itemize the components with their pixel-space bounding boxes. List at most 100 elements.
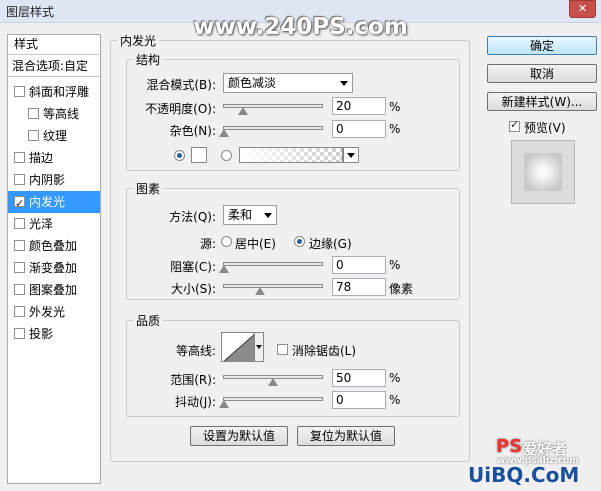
checkbox-outer-glow[interactable] xyxy=(14,306,25,317)
preview-label: 预览(V) xyxy=(524,121,566,135)
style-item-gradient-overlay[interactable]: 渐变叠加 xyxy=(8,257,100,279)
method-label: 方法(Q): xyxy=(169,210,216,224)
contour-curve-icon xyxy=(223,334,254,361)
opacity-input[interactable]: 20 xyxy=(332,97,386,115)
size-slider-thumb[interactable] xyxy=(255,287,265,295)
style-label-gradient-overlay: 渐变叠加 xyxy=(29,261,78,275)
new-style-button[interactable]: 新建样式(W)... xyxy=(487,92,597,111)
style-label-texture: 纹理 xyxy=(43,129,68,143)
choke-slider[interactable] xyxy=(223,262,323,266)
gradient-picker[interactable] xyxy=(239,147,343,163)
opacity-slider-thumb[interactable] xyxy=(238,107,248,115)
source-center-label: 居中(E) xyxy=(235,237,276,251)
checkbox-inner-shadow[interactable] xyxy=(14,174,25,185)
style-label-bevel: 斜面和浮雕 xyxy=(29,85,90,99)
style-label-pattern-overlay: 图案叠加 xyxy=(29,283,78,297)
blend-mode-label: 混合模式(B): xyxy=(146,78,216,92)
cancel-button[interactable]: 取消 xyxy=(487,64,597,83)
checkbox-stroke[interactable] xyxy=(14,152,25,163)
style-label-inner-shadow: 内阴影 xyxy=(29,173,66,187)
source-edge-radio[interactable] xyxy=(294,236,305,247)
method-select[interactable]: 柔和 xyxy=(223,205,277,225)
choke-unit: % xyxy=(389,258,401,272)
jitter-slider-thumb[interactable] xyxy=(219,400,229,408)
style-label-inner-glow: 内发光 xyxy=(29,195,66,209)
size-slider[interactable] xyxy=(223,284,323,288)
blend-options-item[interactable]: 混合选项:自定 xyxy=(8,57,100,77)
jitter-slider[interactable] xyxy=(223,397,323,401)
style-label-satin: 光泽 xyxy=(29,217,54,231)
checkbox-pattern-overlay[interactable] xyxy=(14,284,25,295)
style-item-color-overlay[interactable]: 颜色叠加 xyxy=(8,235,100,257)
color-radio[interactable] xyxy=(174,150,185,161)
style-item-drop-shadow[interactable]: 投影 xyxy=(8,323,100,345)
noise-input[interactable]: 0 xyxy=(332,120,386,138)
method-value: 柔和 xyxy=(228,208,253,222)
antialias-checkbox[interactable] xyxy=(277,344,288,355)
ps-logo: PS xyxy=(496,436,523,457)
blend-mode-value: 颜色减淡 xyxy=(228,76,277,90)
style-label-outer-glow: 外发光 xyxy=(29,305,66,319)
reset-default-button[interactable]: 复位为默认值 xyxy=(297,426,395,446)
checkbox-inner-glow[interactable] xyxy=(14,193,25,215)
gradient-dropdown-button[interactable] xyxy=(343,147,359,163)
contour-dropdown-button[interactable] xyxy=(255,332,264,362)
style-label-stroke: 描边 xyxy=(29,151,54,165)
source-center-radio[interactable] xyxy=(221,236,232,247)
preview-checkbox[interactable] xyxy=(509,118,520,132)
style-item-inner-shadow[interactable]: 内阴影 xyxy=(8,169,100,191)
size-label: 大小(S): xyxy=(170,282,216,296)
style-preview-thumbnail xyxy=(511,140,575,204)
contour-label: 等高线: xyxy=(175,344,216,358)
range-unit: % xyxy=(389,371,401,385)
checkbox-drop-shadow[interactable] xyxy=(14,328,25,339)
chevron-down-icon xyxy=(340,81,348,86)
jitter-unit: % xyxy=(389,393,401,407)
ok-button[interactable]: 确定 xyxy=(487,36,597,55)
quality-legend: 品质 xyxy=(136,314,161,328)
noise-slider-thumb[interactable] xyxy=(219,129,229,137)
structure-legend: 结构 xyxy=(136,53,161,67)
gradient-radio[interactable] xyxy=(221,150,232,161)
size-input[interactable]: 78 xyxy=(332,278,386,296)
style-item-bevel[interactable]: 斜面和浮雕 xyxy=(8,81,100,103)
range-label: 范围(R): xyxy=(170,373,216,387)
noise-label: 杂色(N): xyxy=(169,124,216,138)
style-item-pattern-overlay[interactable]: 图案叠加 xyxy=(8,279,100,301)
chevron-down-icon xyxy=(264,213,272,218)
noise-unit: % xyxy=(389,122,401,136)
style-item-contour[interactable]: 等高线 xyxy=(8,103,100,125)
styles-header[interactable]: 样式 xyxy=(8,35,100,55)
contour-picker[interactable] xyxy=(221,332,255,362)
elements-legend: 图素 xyxy=(136,182,161,196)
style-item-outer-glow[interactable]: 外发光 xyxy=(8,301,100,323)
style-item-stroke[interactable]: 描边 xyxy=(8,147,100,169)
blend-mode-select[interactable]: 颜色减淡 xyxy=(223,73,353,93)
opacity-label: 不透明度(O): xyxy=(145,102,216,116)
checkbox-satin[interactable] xyxy=(14,218,25,229)
source-edge-label: 边缘(G) xyxy=(309,237,352,251)
choke-label: 阻塞(C): xyxy=(170,260,216,274)
range-input[interactable]: 50 xyxy=(332,369,386,387)
opacity-unit: % xyxy=(389,100,401,114)
uibq-logo: UiBQ.CoM xyxy=(468,463,580,487)
choke-slider-thumb[interactable] xyxy=(219,265,229,273)
style-label-color-overlay: 颜色叠加 xyxy=(29,239,78,253)
noise-slider[interactable] xyxy=(223,126,323,130)
checkbox-texture[interactable] xyxy=(28,130,39,141)
style-item-inner-glow[interactable]: 内发光 xyxy=(8,191,100,215)
styles-list: 样式 混合选项:自定 斜面和浮雕 等高线 纹理 描边 内阴影 内发光 光泽 颜色… xyxy=(7,34,101,484)
glow-color-swatch[interactable] xyxy=(191,147,207,163)
checkbox-contour[interactable] xyxy=(28,108,39,119)
size-unit: 像素 xyxy=(389,282,414,296)
choke-input[interactable]: 0 xyxy=(332,256,386,274)
jitter-input[interactable]: 0 xyxy=(332,391,386,409)
checkbox-color-overlay[interactable] xyxy=(14,240,25,251)
checkbox-bevel[interactable] xyxy=(14,86,25,97)
make-default-button[interactable]: 设置为默认值 xyxy=(190,426,288,446)
range-slider-thumb[interactable] xyxy=(268,378,278,386)
style-item-texture[interactable]: 纹理 xyxy=(8,125,100,147)
panel-title: 内发光 xyxy=(120,34,157,48)
checkbox-gradient-overlay[interactable] xyxy=(14,262,25,273)
style-item-satin[interactable]: 光泽 xyxy=(8,213,100,235)
